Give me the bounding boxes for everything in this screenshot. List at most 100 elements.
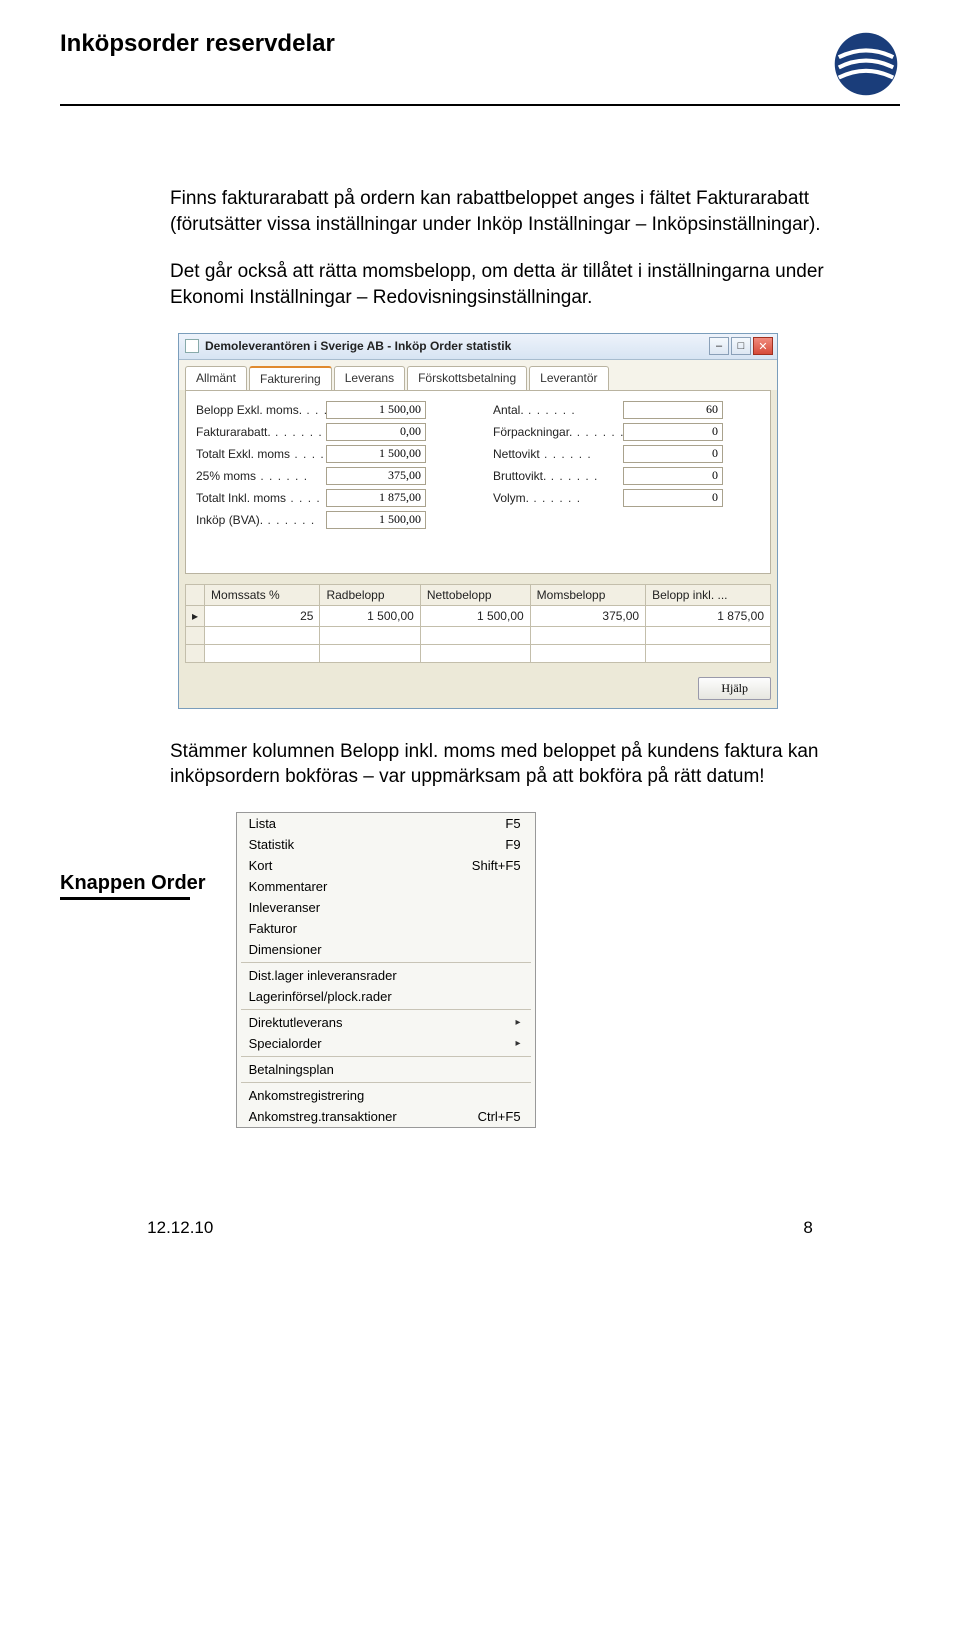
field-row: Totalt Exkl. moms — [196, 445, 463, 463]
menu-item[interactable]: Lagerinförsel/plock.rader — [237, 986, 535, 1007]
menu-separator — [241, 1009, 531, 1010]
section-underline — [60, 897, 190, 900]
field-input[interactable] — [326, 467, 426, 485]
menu-item[interactable]: Fakturor — [237, 918, 535, 939]
field-label: 25% moms — [196, 469, 326, 483]
field-input[interactable] — [326, 445, 426, 463]
fakturering-panel: Belopp Exkl. moms. Fakturarabatt. Totalt E… — [185, 390, 771, 574]
field-label: Antal. — [493, 403, 623, 417]
field-row: Bruttovikt. — [493, 467, 760, 485]
field-row: Inköp (BVA). — [196, 511, 463, 529]
tab-bar: AllmäntFaktureringLeveransFörskottsbetal… — [179, 360, 777, 390]
table-header: Radbelopp — [320, 584, 420, 605]
table-cell: 1 500,00 — [420, 605, 530, 626]
field-input[interactable] — [326, 401, 426, 419]
menu-item-label: Lagerinförsel/plock.rader — [249, 989, 392, 1004]
tab-leverantör[interactable]: Leverantör — [529, 366, 608, 390]
submenu-arrow-icon: ▸ — [516, 1038, 521, 1049]
section-title: Knappen Order — [60, 872, 206, 895]
vat-table: Momssats %RadbeloppNettobeloppMomsbelopp… — [185, 584, 771, 663]
menu-item-shortcut: Ctrl+F5 — [478, 1109, 521, 1124]
menu-item[interactable]: Dist.lager inleveransrader — [237, 965, 535, 986]
field-row: Volym. — [493, 489, 760, 507]
field-input[interactable] — [623, 467, 723, 485]
menu-item[interactable]: Kommentarer — [237, 876, 535, 897]
row-selector: ▸ — [186, 605, 205, 626]
menu-separator — [241, 1056, 531, 1057]
table-cell: 1 500,00 — [320, 605, 420, 626]
field-row: Antal. — [493, 401, 760, 419]
menu-item-label: Lista — [249, 816, 276, 831]
table-row-empty — [186, 644, 771, 662]
paragraph-2: Det går också att rätta momsbelopp, om d… — [170, 259, 850, 310]
field-input[interactable] — [623, 489, 723, 507]
order-menu: Lista F5 StatistikF9KortShift+F5 Kommentare… — [236, 812, 536, 1128]
menu-item[interactable]: Direktutleverans▸ — [237, 1012, 535, 1033]
field-input[interactable] — [623, 423, 723, 441]
left-field-column: Belopp Exkl. moms. Fakturarabatt. Totalt E… — [196, 401, 463, 533]
menu-item[interactable]: Specialorder▸ — [237, 1033, 535, 1054]
menu-item[interactable]: KortShift+F5 — [237, 855, 535, 876]
menu-item[interactable]: Ankomstreg.transaktionerCtrl+F5 — [237, 1106, 535, 1127]
maximize-button[interactable]: □ — [731, 337, 751, 355]
dialog-screenshot: Demoleverantören i Sverige AB - Inköp Or… — [178, 333, 900, 709]
menu-item-label: Betalningsplan — [249, 1062, 334, 1077]
table-header: Belopp inkl. ... — [646, 584, 771, 605]
table-header: Nettobelopp — [420, 584, 530, 605]
menu-item-label: Dimensioner — [249, 942, 322, 957]
footer-page: 8 — [803, 1218, 812, 1238]
menu-item[interactable]: Inleveranser — [237, 897, 535, 918]
field-label: Inköp (BVA). — [196, 513, 326, 527]
menu-separator — [241, 962, 531, 963]
minimize-button[interactable]: – — [709, 337, 729, 355]
order-statistics-dialog: Demoleverantören i Sverige AB - Inköp Or… — [178, 333, 778, 709]
paragraph-3: Stämmer kolumnen Belopp inkl. moms med b… — [170, 739, 850, 790]
page-title: Inköpsorder reservdelar — [60, 30, 335, 58]
tab-fakturering[interactable]: Fakturering — [249, 366, 332, 390]
field-row: Totalt Inkl. moms — [196, 489, 463, 507]
field-label: Förpackningar. — [493, 425, 623, 439]
menu-item[interactable]: Betalningsplan — [237, 1059, 535, 1080]
field-label: Nettovikt — [493, 447, 623, 461]
tab-allmänt[interactable]: Allmänt — [185, 366, 247, 390]
field-label: Belopp Exkl. moms. — [196, 403, 326, 417]
titlebar: Demoleverantören i Sverige AB - Inköp Or… — [179, 334, 777, 360]
menu-item[interactable]: Dimensioner — [237, 939, 535, 960]
menu-item-label: Ankomstregistrering — [249, 1088, 365, 1103]
menu-item-label: Direktutleverans — [249, 1015, 343, 1030]
menu-item-shortcut: Shift+F5 — [472, 858, 521, 873]
paragraph-1: Finns fakturarabatt på ordern kan rabatt… — [170, 186, 850, 237]
field-label: Totalt Exkl. moms — [196, 447, 326, 461]
field-input[interactable] — [326, 423, 426, 441]
field-label: Totalt Inkl. moms — [196, 491, 326, 505]
field-row: 25% moms — [196, 467, 463, 485]
page-footer: 12.12.10 8 — [60, 1218, 900, 1238]
table-row[interactable]: ▸251 500,001 500,00375,001 875,00 — [186, 605, 771, 626]
field-label: Bruttovikt. — [493, 469, 623, 483]
field-row: Belopp Exkl. moms. — [196, 401, 463, 419]
field-input[interactable] — [326, 511, 426, 529]
tab-förskottsbetalning[interactable]: Förskottsbetalning — [407, 366, 527, 390]
menu-item-shortcut: F5 — [505, 816, 520, 831]
field-input[interactable] — [623, 401, 723, 419]
menu-item[interactable]: StatistikF9 — [237, 834, 535, 855]
footer-date: 12.12.10 — [147, 1218, 213, 1238]
menu-item[interactable]: Lista F5 — [237, 813, 535, 834]
table-corner — [186, 584, 205, 605]
field-row: Nettovikt — [493, 445, 760, 463]
field-input[interactable] — [623, 445, 723, 463]
menu-item-label: Inleveranser — [249, 900, 321, 915]
table-header: Momssats % — [205, 584, 320, 605]
table-cell: 1 875,00 — [646, 605, 771, 626]
tab-leverans[interactable]: Leverans — [334, 366, 405, 390]
menu-item-label: Statistik — [249, 837, 295, 852]
field-row: Fakturarabatt. — [196, 423, 463, 441]
page-header: Inköpsorder reservdelar — [60, 30, 900, 106]
table-header: Momsbelopp — [530, 584, 645, 605]
menu-item[interactable]: Ankomstregistrering — [237, 1085, 535, 1106]
table-row-empty — [186, 626, 771, 644]
close-button[interactable]: ✕ — [753, 337, 773, 355]
help-button[interactable]: Hjälp — [698, 677, 771, 700]
menu-item-label: Kommentarer — [249, 879, 328, 894]
field-input[interactable] — [326, 489, 426, 507]
